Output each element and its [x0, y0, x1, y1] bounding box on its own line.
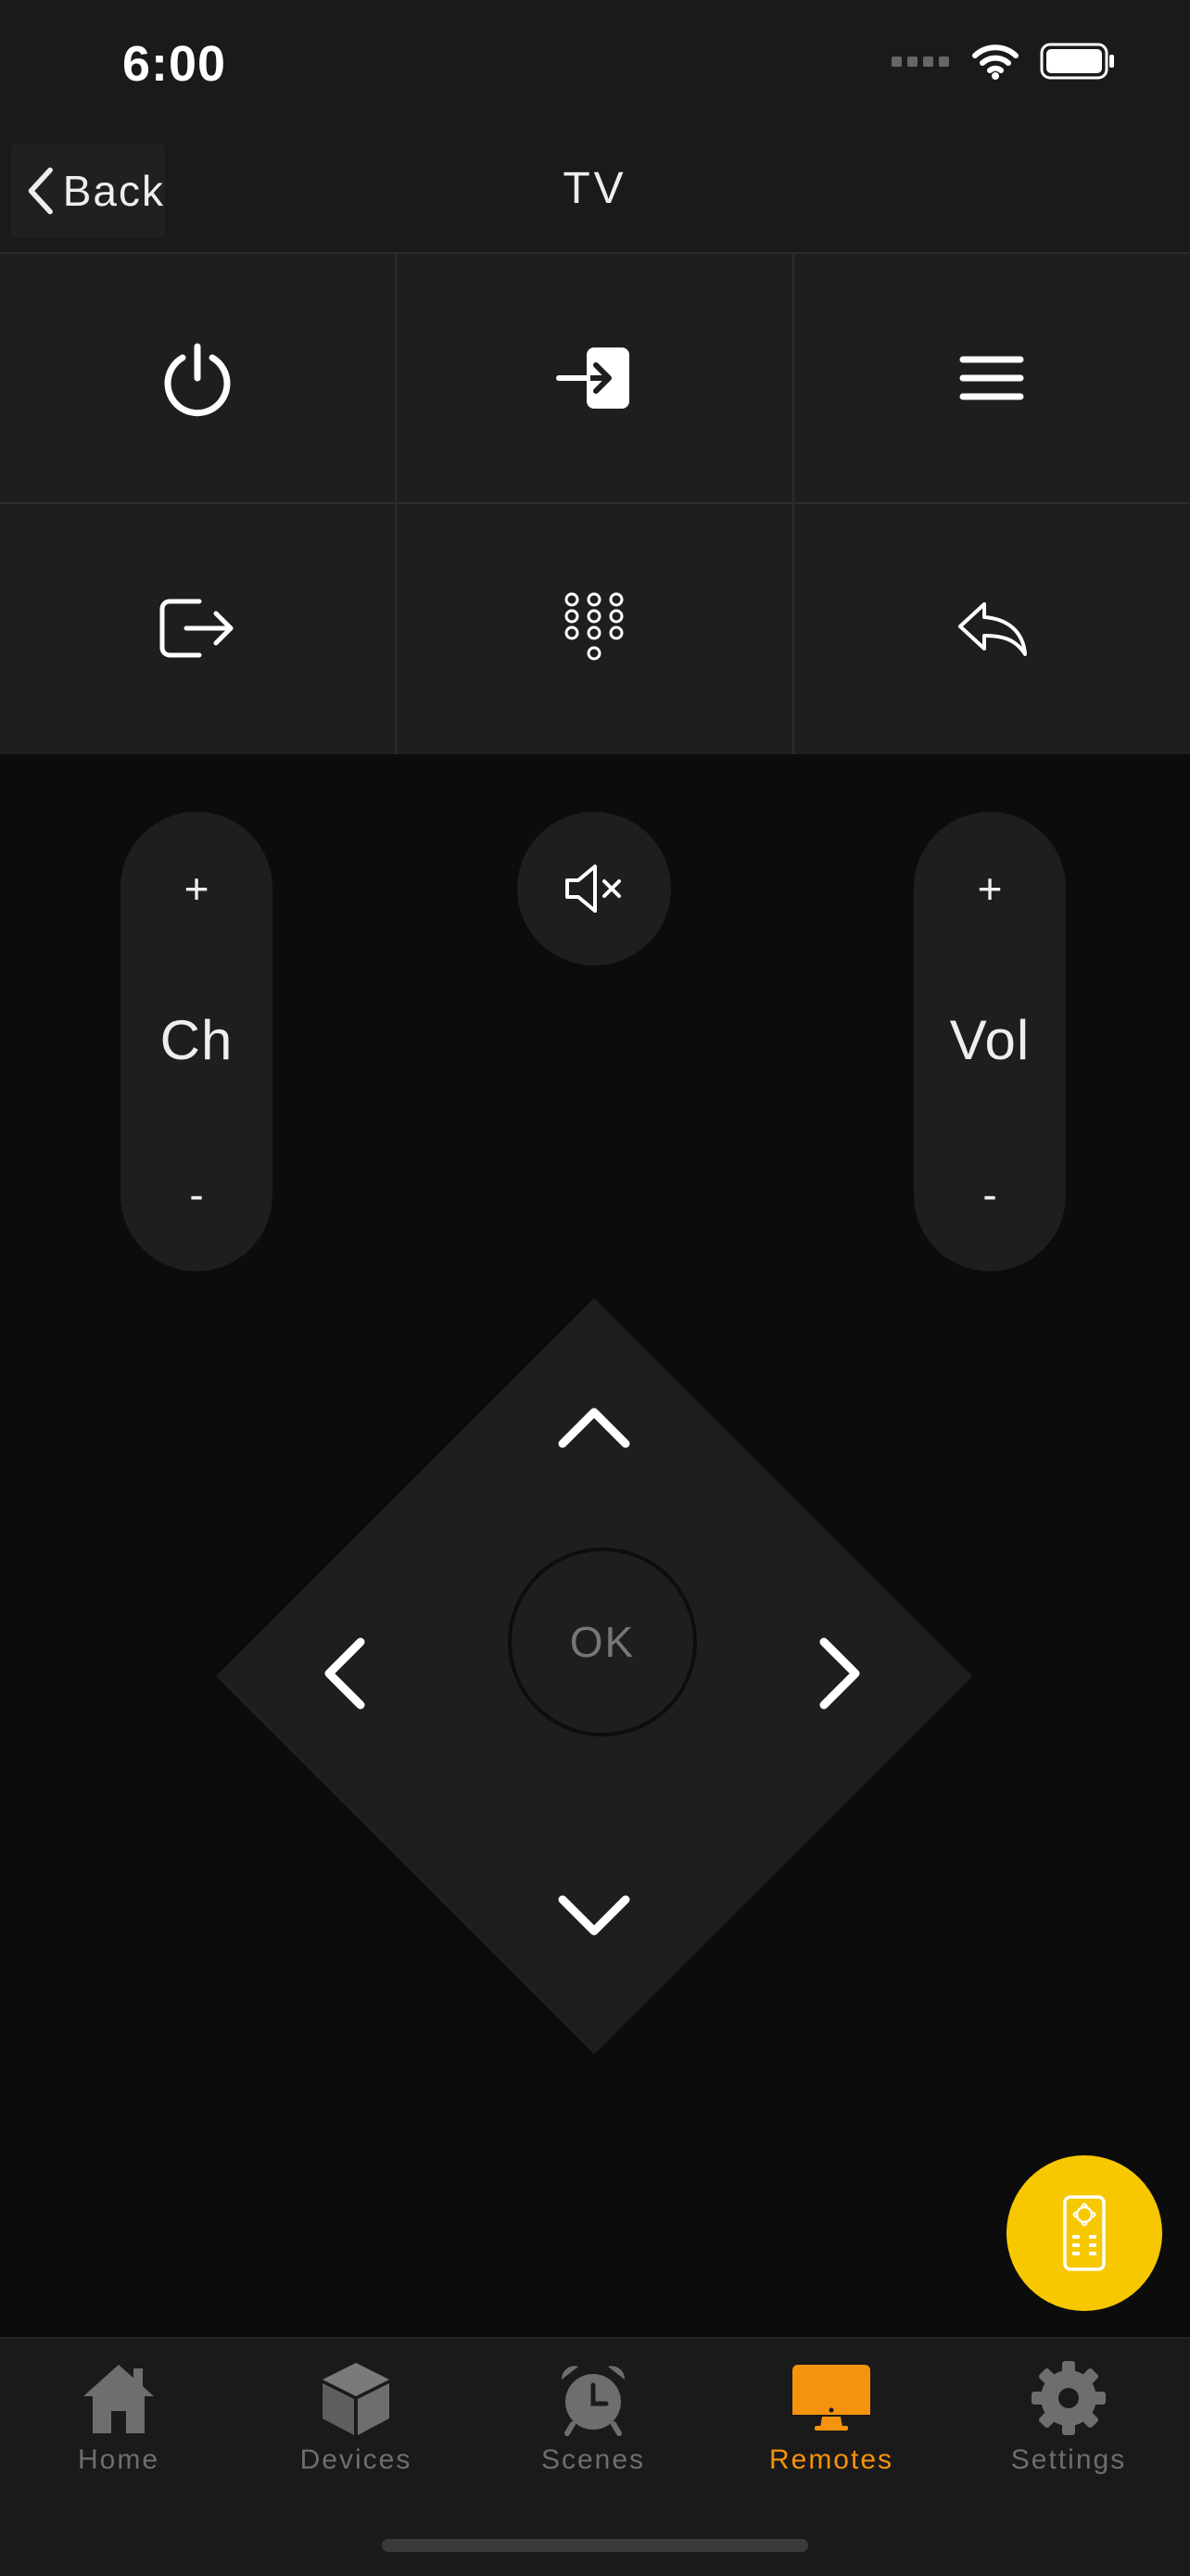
status-icons — [892, 43, 1116, 80]
chevron-right-icon — [819, 1637, 860, 1710]
channel-down-button[interactable]: - — [120, 1169, 272, 1219]
top-bar: 6:00 Back TV — [0, 0, 1190, 254]
home-icon — [83, 2365, 154, 2433]
volume-down-button[interactable]: - — [914, 1169, 1066, 1219]
input-source-button[interactable] — [397, 254, 791, 502]
mute-icon — [565, 865, 621, 913]
monitor-icon — [792, 2365, 870, 2431]
dpad-left-button[interactable] — [301, 1618, 385, 1729]
numpad-button[interactable] — [397, 504, 791, 752]
return-button[interactable] — [794, 504, 1189, 752]
menu-icon — [959, 356, 1024, 400]
channel-label: Ch — [159, 1009, 234, 1071]
power-icon — [164, 343, 231, 417]
tab-remotes[interactable]: Remotes — [713, 2339, 950, 2496]
chevron-up-icon — [558, 1408, 630, 1448]
tab-bar: Home Devices Scenes Remotes Settings — [0, 2337, 1190, 2576]
alarm-clock-icon — [561, 2366, 626, 2436]
tab-label: Devices — [299, 2444, 412, 2475]
dpad-up-button[interactable] — [538, 1384, 650, 1468]
tab-home[interactable]: Home — [0, 2339, 237, 2496]
tab-label: Scenes — [540, 2444, 646, 2475]
exit-button[interactable] — [0, 504, 395, 752]
tab-label: Remotes — [768, 2444, 894, 2475]
tab-label: Home — [77, 2444, 160, 2475]
tab-devices[interactable]: Devices — [237, 2339, 475, 2496]
home-indicator — [382, 2539, 808, 2552]
remote-icon — [1063, 2195, 1106, 2271]
numpad-icon — [564, 592, 624, 661]
cube-icon — [323, 2363, 389, 2435]
mute-button[interactable] — [517, 812, 671, 966]
chevron-left-icon — [324, 1637, 365, 1710]
dpad-down-button[interactable] — [538, 1875, 650, 1959]
volume-label: Vol — [949, 1009, 1031, 1071]
chevron-down-icon — [558, 1895, 630, 1936]
tab-label: Settings — [1010, 2444, 1127, 2475]
tab-settings[interactable]: Settings — [950, 2339, 1187, 2496]
menu-button[interactable] — [794, 254, 1189, 502]
volume-up-button[interactable]: + — [914, 864, 1066, 914]
volume-control: + Vol - — [914, 812, 1066, 1271]
input-source-icon — [556, 347, 629, 409]
ok-label: OK — [569, 1618, 636, 1666]
status-time: 6:00 — [122, 36, 227, 92]
ok-button[interactable]: OK — [508, 1547, 697, 1736]
wifi-icon — [972, 44, 1019, 80]
cellular-signal-icon — [892, 56, 949, 67]
power-button[interactable] — [0, 254, 395, 502]
exit-icon — [159, 599, 234, 658]
remote-switch-button[interactable] — [1006, 2155, 1162, 2311]
page-title: TV — [563, 164, 627, 213]
return-icon — [958, 602, 1027, 656]
channel-up-button[interactable]: + — [120, 864, 272, 914]
channel-control: + Ch - — [120, 812, 272, 1271]
battery-icon — [1040, 43, 1114, 80]
dpad-right-button[interactable] — [800, 1618, 883, 1729]
gear-icon — [1032, 2361, 1106, 2435]
tab-scenes[interactable]: Scenes — [475, 2339, 712, 2496]
